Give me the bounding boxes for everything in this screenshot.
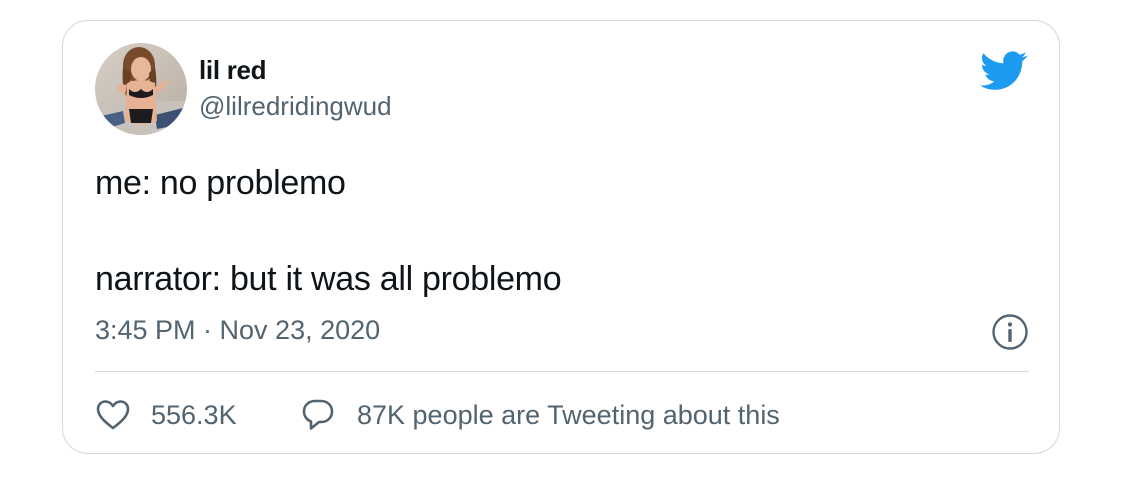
like-count: 556.3K: [151, 399, 237, 430]
tweet-text: me: no problemo narrator: but it was all…: [95, 159, 562, 303]
conversation-label: 87K people are Tweeting about this: [357, 399, 780, 430]
avatar[interactable]: [95, 43, 187, 135]
tweet-timestamp[interactable]: 3:45 PM · Nov 23, 2020: [95, 315, 380, 346]
tweet-text-line: narrator: but it was all problemo: [95, 260, 562, 298]
speech-bubble-icon: [302, 399, 334, 430]
like-button[interactable]: 556.3K: [95, 395, 237, 435]
info-icon[interactable]: [991, 313, 1029, 351]
user-handle[interactable]: @lilredridingwud: [199, 91, 392, 122]
tweet-text-line: [95, 207, 561, 255]
tweet-card[interactable]: lil red @lilredridingwud me: no problemo…: [62, 20, 1060, 454]
avatar-image: [95, 43, 187, 135]
tweet-text-line: me: no problemo: [95, 164, 346, 202]
user-display-name[interactable]: lil red: [199, 55, 267, 86]
heart-icon: [96, 400, 130, 430]
conversation-link[interactable]: 87K people are Tweeting about this: [301, 395, 780, 435]
divider: [95, 371, 1029, 372]
twitter-bird-icon[interactable]: [979, 51, 1029, 91]
